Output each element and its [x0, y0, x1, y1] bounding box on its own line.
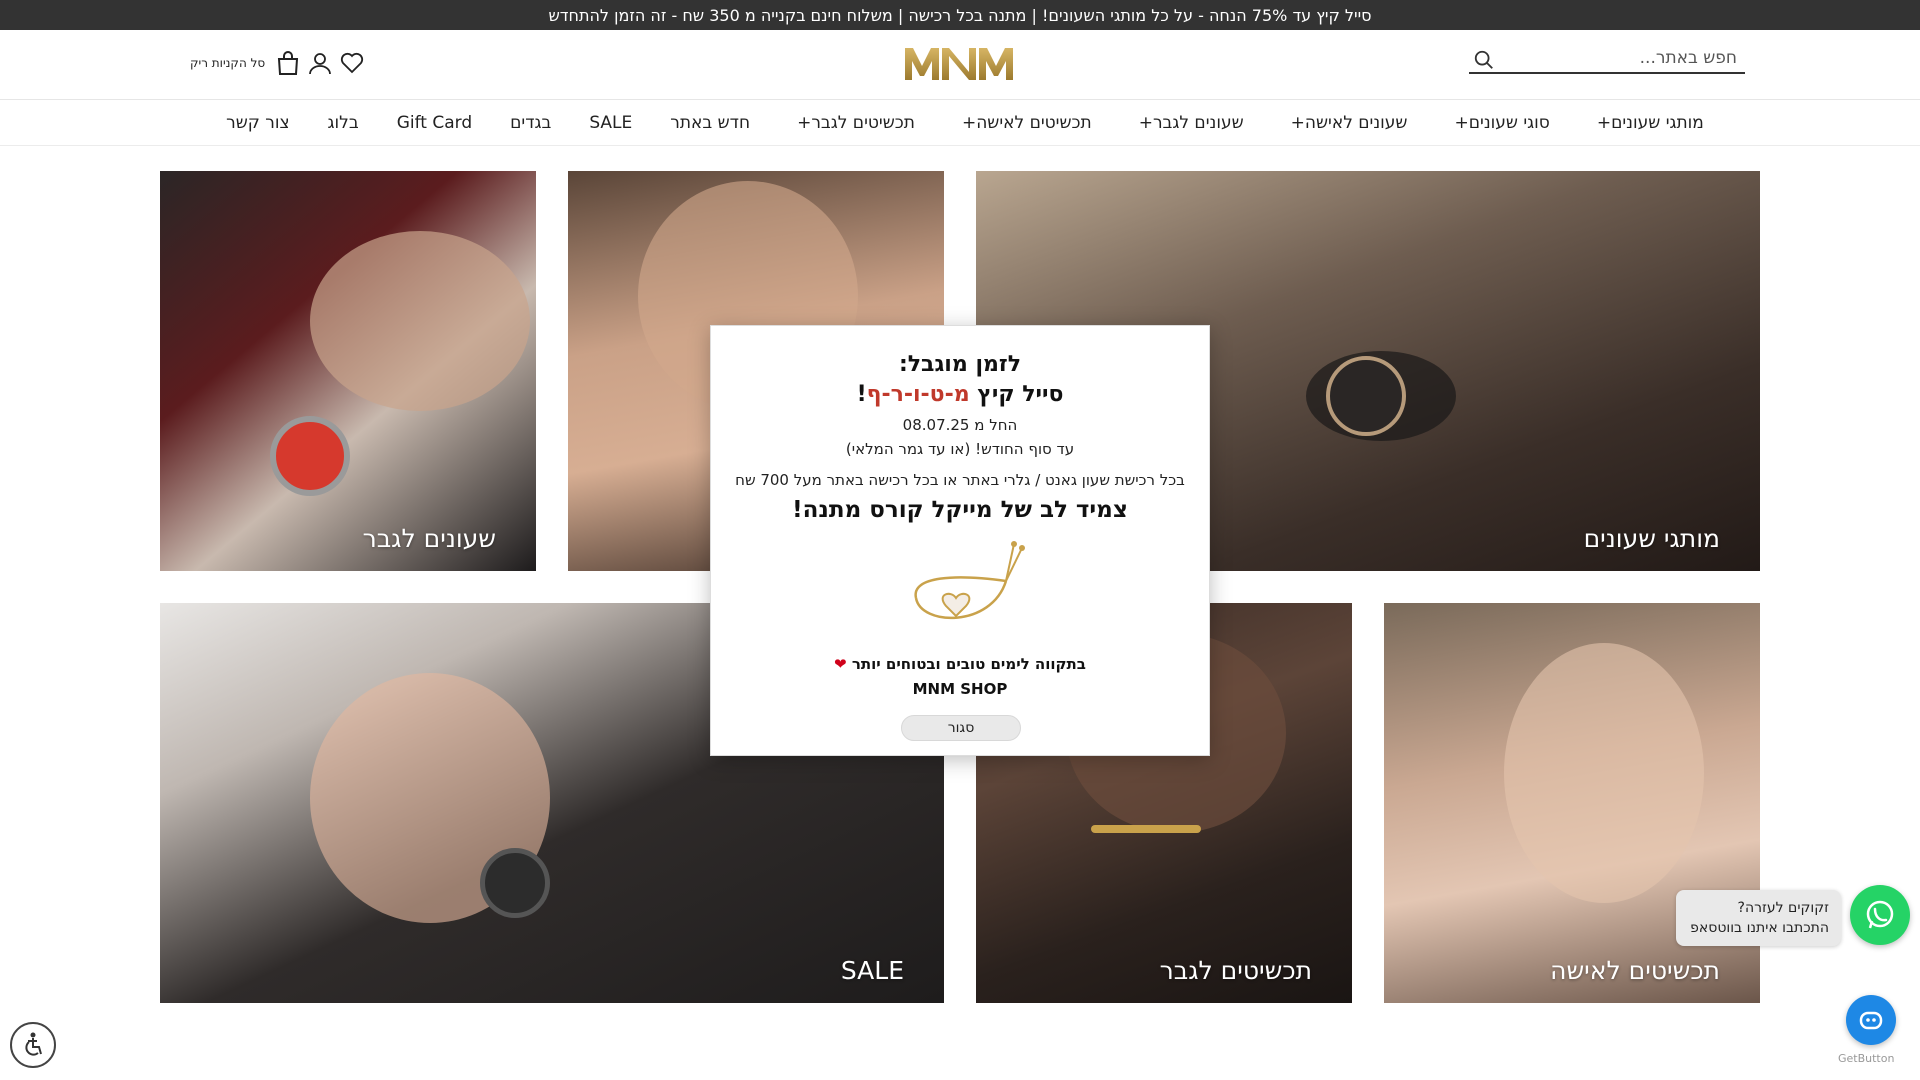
tile-label: שעונים לגבר: [362, 524, 496, 553]
close-modal-button[interactable]: סגור: [901, 715, 1021, 741]
modal-wishes: בתקווה לימים טובים ובטוחים יותר ❤: [834, 655, 1086, 673]
modal-gift-title: צמיד לב של מייקל קורס מתנה!: [792, 497, 1128, 523]
search-icon[interactable]: [1473, 49, 1495, 71]
cart-status: סל הקניות ריק: [190, 56, 266, 70]
site-header: סל הקניות ריק: [0, 30, 1920, 100]
modal-condition: בכל רכישת שעון גאנט / גלרי באתר או בכל ר…: [735, 471, 1185, 489]
plus-icon: +: [961, 113, 977, 133]
accessibility-icon: [25, 1032, 42, 1056]
nav-item-sale[interactable]: SALE: [570, 113, 651, 133]
getbutton-credit[interactable]: GetButton: [1838, 1052, 1894, 1065]
search-box[interactable]: [1469, 44, 1745, 74]
modal-heading: לזמן מוגבל:: [898, 352, 1022, 377]
whatsapp-bubble-line2: התכתבו איתנו בווטסאפ: [1690, 920, 1829, 936]
nav-item-watch-brands[interactable]: מותגי שעונים+: [1569, 113, 1723, 133]
watch-face: [270, 416, 350, 496]
user-icons: סל הקניות ריק: [190, 48, 365, 78]
nav-item-watch-types[interactable]: סוגי שעונים+: [1426, 113, 1568, 133]
plus-icon: +: [1138, 113, 1153, 133]
tile-label: תכשיטים לגבר: [1159, 956, 1312, 985]
nav-item-women-jewelry[interactable]: תכשיטים לאישה+: [934, 113, 1111, 133]
modal-start-date: החל מ 08.07.25: [902, 416, 1018, 434]
search-input[interactable]: [1515, 48, 1745, 68]
plus-icon: +: [1596, 113, 1612, 133]
tile-men-watches[interactable]: שעונים לגבר: [160, 171, 536, 571]
plus-icon: +: [1454, 113, 1469, 133]
bracelet-image: [914, 541, 1025, 620]
heart-icon[interactable]: [339, 50, 365, 76]
whatsapp-icon: [1866, 900, 1894, 929]
whatsapp-bubble[interactable]: זקוקים לעזרה? התכתבו איתנו בווטסאפ: [1676, 890, 1841, 946]
modal-end-note: עד סוף החודש! (או עד גמר המלאי): [845, 440, 1075, 458]
chatbot-icon: [1859, 1011, 1883, 1030]
tile-label: תכשיטים לאישה: [1550, 956, 1720, 985]
nav-item-contact[interactable]: צור קשר: [207, 113, 308, 133]
watch-face: [480, 848, 550, 918]
nav-item-men-watches[interactable]: שעונים לגבר+: [1111, 113, 1263, 133]
plus-icon: +: [797, 113, 812, 133]
tile-image: [310, 231, 530, 411]
main-nav: מותגי שעונים+ סוגי שעונים+ שעונים לאישה+…: [0, 100, 1920, 146]
bracelet-shape: [1091, 825, 1201, 833]
nav-item-men-jewelry[interactable]: תכשיטים לגבר+: [769, 113, 934, 133]
watch-face: [1326, 356, 1406, 436]
whatsapp-bubble-line1: זקוקים לעזרה?: [1737, 900, 1829, 916]
tile-label: מותגי שעונים: [1583, 524, 1720, 553]
tile-image: [1504, 643, 1704, 903]
nav-item-clothing[interactable]: בגדים: [491, 113, 570, 133]
heart-emoji-icon: ❤: [834, 655, 847, 673]
bag-icon[interactable]: [275, 50, 301, 76]
modal-subheading: סייל קיץ מ-ט-ו-ר-ף!: [856, 382, 1064, 407]
modal-signature: MNM SHOP: [912, 680, 1008, 698]
accessibility-button[interactable]: [10, 1022, 56, 1068]
nav-item-women-watches[interactable]: שעונים לאישה+: [1263, 113, 1427, 133]
tile-label: SALE: [840, 956, 904, 985]
promo-modal: לזמן מוגבל: סייל קיץ מ-ט-ו-ר-ף! החל מ 08…: [710, 325, 1210, 756]
chatbot-button[interactable]: [1846, 995, 1896, 1045]
nav-item-new[interactable]: חדש באתר: [651, 113, 769, 133]
announcement-bar: סייל קיץ עד 75% הנחה - על כל מותגי השעונ…: [0, 0, 1920, 30]
whatsapp-button[interactable]: [1850, 885, 1910, 945]
nav-item-blog[interactable]: בלוג: [309, 113, 378, 133]
user-icon[interactable]: [307, 50, 333, 76]
nav-item-gift-card[interactable]: Gift Card: [378, 113, 491, 133]
announcement-text: סייל קיץ עד 75% הנחה - על כל מותגי השעונ…: [548, 5, 1372, 25]
mnm-logo[interactable]: [903, 46, 1015, 82]
plus-icon: +: [1290, 113, 1305, 133]
